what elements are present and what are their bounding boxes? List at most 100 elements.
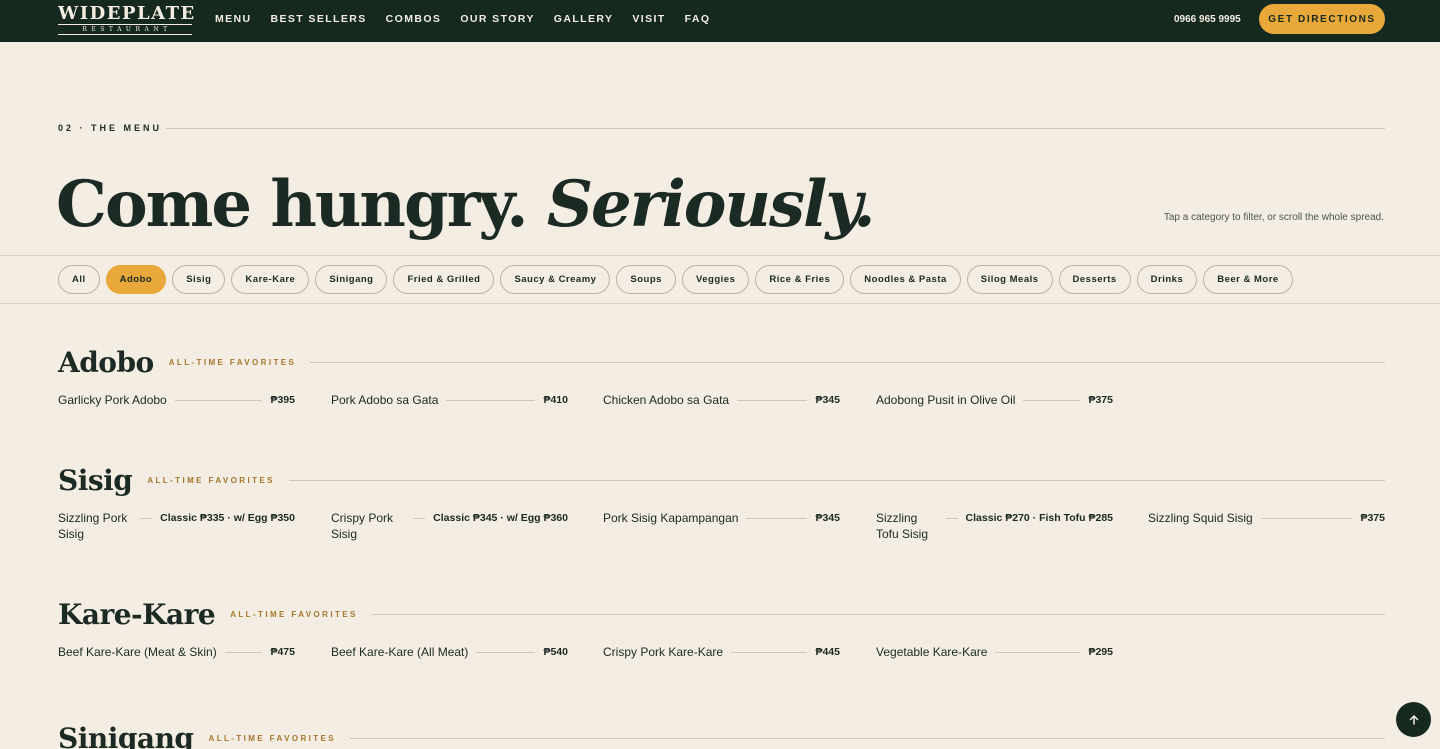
category-title: Sinigang xyxy=(58,721,194,749)
menu-item[interactable]: Beef Kare-Kare (All Meat) ₱540 xyxy=(331,644,568,660)
category-filter-bar: All Adobo Sisig Kare-Kare Sinigang Fried & Gr… xyxy=(0,255,1440,304)
price-leader xyxy=(731,652,808,653)
menu-item-name: Sizzling Tofu Sisig xyxy=(876,511,929,541)
section-eyebrow: 02 · THE MENU xyxy=(58,123,163,133)
filter-chip-rice-and-fries[interactable]: Rice & Fries xyxy=(755,265,845,294)
menu-item[interactable]: Vegetable Kare-Kare ₱295 xyxy=(876,644,1113,660)
filter-chips: All Adobo Sisig Kare-Kare Sinigang Fried & Gr… xyxy=(58,265,1293,294)
category-section-sinigang: Sinigang ALL-TIME FAVORITES xyxy=(58,718,1385,749)
menu-item[interactable]: Garlicky Pork Adobo ₱395 xyxy=(58,392,295,408)
category-tag: ALL-TIME FAVORITES xyxy=(208,733,337,743)
menu-item[interactable]: Crispy Pork Sisig Classic ₱345 · w/ Egg ₱… xyxy=(331,510,568,542)
filter-hint: Tap a category to filter, or scroll the … xyxy=(1163,212,1384,223)
price-leader xyxy=(737,400,808,401)
nav-link-our-story[interactable]: OUR STORY xyxy=(460,13,534,25)
price-leader xyxy=(1023,400,1081,401)
page-title: Come hungry. Seriously. xyxy=(56,166,876,244)
nav-link-menu[interactable]: MENU xyxy=(215,13,252,25)
nav-links: MENU BEST SELLERS COMBOS OUR STORY GALLE… xyxy=(215,13,729,25)
filter-chip-all[interactable]: All xyxy=(58,265,100,294)
price-leader xyxy=(746,518,808,519)
category-title: Kare-Kare xyxy=(58,597,216,631)
category-title: Sisig xyxy=(58,463,133,497)
filter-chip-kare-kare[interactable]: Kare-Kare xyxy=(231,265,310,294)
filter-chip-beer-and-more[interactable]: Beer & More xyxy=(1203,265,1293,294)
menu-item-price: Classic ₱335 · w/ Egg ₱350 xyxy=(160,512,295,524)
nav-link-visit[interactable]: VISIT xyxy=(632,13,665,25)
menu-item-name: Adobong Pusit in Olive Oil xyxy=(876,393,1016,407)
logo-subtitle: RESTAURANT xyxy=(58,24,192,35)
nav-link-best-sellers[interactable]: BEST SELLERS xyxy=(271,13,367,25)
nav-link-faq[interactable]: FAQ xyxy=(685,13,711,25)
menu-items: Garlicky Pork Adobo ₱395 Pork Adobo sa Gat… xyxy=(58,392,1385,432)
menu-item-name: Pork Sisig Kapampangan xyxy=(603,511,739,525)
phone-link[interactable]: 0966 965 9995 xyxy=(1174,14,1241,25)
category-header: Adobo ALL-TIME FAVORITES xyxy=(58,342,1385,382)
arrow-up-icon xyxy=(1409,714,1418,725)
nav-link-combos[interactable]: COMBOS xyxy=(386,13,442,25)
category-title: Adobo xyxy=(58,345,154,379)
filter-chip-noodles-and-pasta[interactable]: Noodles & Pasta xyxy=(850,265,961,294)
menu-item-price: ₱375 xyxy=(1088,394,1113,406)
menu-item-name: Sizzling Squid Sisig xyxy=(1148,511,1253,525)
menu-item-price: ₱540 xyxy=(543,646,568,658)
filter-chip-adobo[interactable]: Adobo xyxy=(105,265,167,294)
category-divider xyxy=(288,479,1385,481)
price-leader xyxy=(224,652,263,653)
menu-item-name: Pork Adobo sa Gata xyxy=(331,393,439,407)
menu-item[interactable]: Pork Sisig Kapampangan ₱345 xyxy=(603,510,840,526)
menu-item[interactable]: Beef Kare-Kare (Meat & Skin) ₱475 xyxy=(58,644,295,660)
back-to-top-button[interactable] xyxy=(1396,702,1431,737)
menu-item-name: Beef Kare-Kare (Meat & Skin) xyxy=(58,645,217,659)
filter-chip-saucy-and-creamy[interactable]: Saucy & Creamy xyxy=(500,265,611,294)
menu-item[interactable]: Pork Adobo sa Gata ₱410 xyxy=(331,392,568,408)
nav-link-gallery[interactable]: GALLERY xyxy=(554,13,614,25)
filter-chip-sisig[interactable]: Sisig xyxy=(172,265,226,294)
menu-item-name: Garlicky Pork Adobo xyxy=(58,393,167,407)
menu-item-name: Crispy Pork Kare-Kare xyxy=(603,645,724,659)
menu-item-name: Crispy Pork Sisig xyxy=(331,511,394,541)
price-leader xyxy=(945,518,958,519)
filter-chip-fried-and-grilled[interactable]: Fried & Grilled xyxy=(393,265,495,294)
menu-item-price: ₱395 xyxy=(270,394,295,406)
logo[interactable]: WIDEPLATE RESTAURANT xyxy=(58,3,196,35)
get-directions-button[interactable]: GET DIRECTIONS xyxy=(1259,4,1385,34)
headline-italic: Seriously. xyxy=(546,167,876,242)
menu-item-price: ₱375 xyxy=(1360,512,1385,524)
menu-item-price: ₱345 xyxy=(815,394,840,406)
price-leader xyxy=(413,518,426,519)
category-header: Kare-Kare ALL-TIME FAVORITES xyxy=(58,594,1385,634)
menu-item[interactable]: Adobong Pusit in Olive Oil ₱375 xyxy=(876,392,1113,408)
menu-item[interactable]: Sizzling Pork Sisig Classic ₱335 · w/ Egg… xyxy=(58,510,295,542)
category-divider xyxy=(371,613,1385,615)
menu-item-name: Beef Kare-Kare (All Meat) xyxy=(331,645,469,659)
menu-item-price: ₱410 xyxy=(543,394,568,406)
menu-item[interactable]: Chicken Adobo sa Gata ₱345 xyxy=(603,392,840,408)
price-leader xyxy=(1260,518,1353,519)
category-section-adobo: Adobo ALL-TIME FAVORITES Garlicky Pork Ado… xyxy=(58,342,1385,432)
price-leader xyxy=(174,400,263,401)
top-navigation: WIDEPLATE RESTAURANT MENU BEST SELLERS C… xyxy=(0,0,1440,42)
filter-chip-soups[interactable]: Soups xyxy=(616,265,676,294)
filter-chip-desserts[interactable]: Desserts xyxy=(1058,265,1131,294)
filter-chip-silog-meals[interactable]: Silog Meals xyxy=(966,265,1053,294)
menu-item[interactable]: Sizzling Squid Sisig ₱375 xyxy=(1148,510,1385,526)
category-divider xyxy=(350,737,1385,739)
headline-plain: Come hungry. xyxy=(56,167,529,242)
price-leader xyxy=(476,652,536,653)
menu-item-price: ₱475 xyxy=(270,646,295,658)
menu-item-price: ₱345 xyxy=(815,512,840,524)
filter-chip-sinigang[interactable]: Sinigang xyxy=(315,265,388,294)
menu-item[interactable]: Crispy Pork Kare-Kare ₱445 xyxy=(603,644,840,660)
category-divider xyxy=(310,361,1385,363)
category-tag: ALL-TIME FAVORITES xyxy=(230,609,358,619)
category-section-kare-kare: Kare-Kare ALL-TIME FAVORITES Beef Kare-Kar… xyxy=(58,594,1385,684)
category-header: Sisig ALL-TIME FAVORITES xyxy=(58,460,1385,500)
menu-item-price: Classic ₱270 · Fish Tofu ₱285 xyxy=(965,512,1113,524)
logo-wordmark: WIDEPLATE xyxy=(58,3,196,24)
menu-item-price: Classic ₱345 · w/ Egg ₱360 xyxy=(433,512,568,524)
menu-item-name: Vegetable Kare-Kare xyxy=(876,645,988,659)
filter-chip-drinks[interactable]: Drinks xyxy=(1136,265,1198,294)
filter-chip-veggies[interactable]: Veggies xyxy=(681,265,750,294)
menu-item[interactable]: Sizzling Tofu Sisig Classic ₱270 · Fish T… xyxy=(876,510,1113,542)
